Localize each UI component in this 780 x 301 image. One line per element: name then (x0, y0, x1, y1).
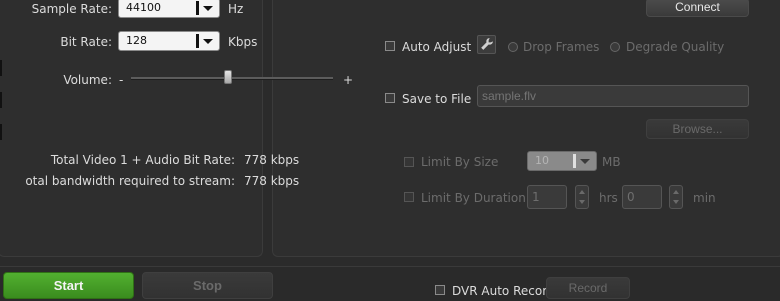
text-caret (196, 34, 199, 48)
limit-size-label: Limit By Size (421, 155, 499, 169)
bit-rate-label: Bit Rate: (60, 35, 112, 49)
hours-unit: hrs (599, 191, 618, 205)
hours-input[interactable]: 1 (527, 185, 567, 209)
bit-rate-dropdown[interactable]: 128 (118, 31, 220, 51)
drop-frames-radio[interactable] (508, 42, 518, 52)
stepper-arrows-icon (579, 190, 585, 204)
sample-rate-unit: Hz (228, 2, 244, 16)
limit-size-checkbox[interactable] (404, 157, 414, 167)
save-to-file-checkbox[interactable] (385, 93, 395, 103)
limit-size-value: 10 (535, 154, 549, 167)
limit-size-dropdown[interactable]: 10 (527, 151, 597, 171)
auto-adjust-checkbox[interactable] (385, 41, 395, 51)
volume-minus: - (119, 73, 124, 87)
connect-button[interactable]: Connect (646, 0, 749, 17)
drop-frames-label: Drop Frames (523, 40, 600, 54)
volume-slider-track[interactable] (131, 77, 333, 80)
dvr-auto-record-label: DVR Auto Record (452, 284, 555, 298)
bit-rate-value: 128 (126, 34, 147, 47)
edge-mark (0, 92, 2, 108)
record-button[interactable]: Record (546, 277, 630, 299)
degrade-quality-radio[interactable] (610, 42, 620, 52)
volume-slider-thumb[interactable] (224, 70, 232, 84)
bandwidth-label: otal bandwidth required to stream: (25, 174, 235, 188)
minutes-input[interactable]: 0 (622, 185, 662, 209)
sample-rate-label: Sample Rate: (31, 2, 112, 16)
text-caret (573, 154, 576, 168)
chevron-down-icon (203, 6, 213, 11)
bandwidth-value: 778 kbps (244, 174, 300, 188)
total-bitrate-label: Total Video 1 + Audio Bit Rate: (50, 153, 235, 167)
edge-mark (0, 124, 2, 140)
wrench-icon (481, 38, 493, 50)
minutes-stepper[interactable] (669, 185, 683, 209)
volume-plus: + (343, 73, 354, 87)
stepper-arrows-icon (673, 190, 679, 204)
minutes-unit: min (693, 191, 716, 205)
hours-stepper[interactable] (575, 185, 589, 209)
limit-duration-label: Limit By Duration (421, 191, 526, 205)
browse-button[interactable]: Browse... (646, 119, 749, 139)
degrade-quality-label: Degrade Quality (626, 40, 725, 54)
save-to-file-label: Save to File (402, 92, 472, 106)
bit-rate-unit: Kbps (228, 35, 258, 49)
sample-rate-dropdown[interactable]: 44100 (118, 0, 220, 18)
total-bitrate-value: 778 kbps (244, 153, 300, 167)
volume-label: Volume: (63, 73, 112, 87)
limit-duration-checkbox[interactable] (404, 192, 414, 202)
chevron-down-icon (203, 39, 213, 44)
dvr-auto-record-checkbox[interactable] (435, 285, 445, 295)
stop-button[interactable]: Stop (142, 272, 273, 299)
chevron-down-icon (580, 159, 590, 164)
auto-adjust-label: Auto Adjust (402, 40, 472, 54)
auto-adjust-settings-button[interactable] (477, 35, 496, 54)
sample-rate-value: 44100 (126, 1, 161, 14)
file-path-input[interactable] (477, 85, 749, 107)
limit-size-unit: MB (602, 155, 621, 169)
text-caret (196, 1, 199, 15)
start-button[interactable]: Start (3, 272, 134, 299)
